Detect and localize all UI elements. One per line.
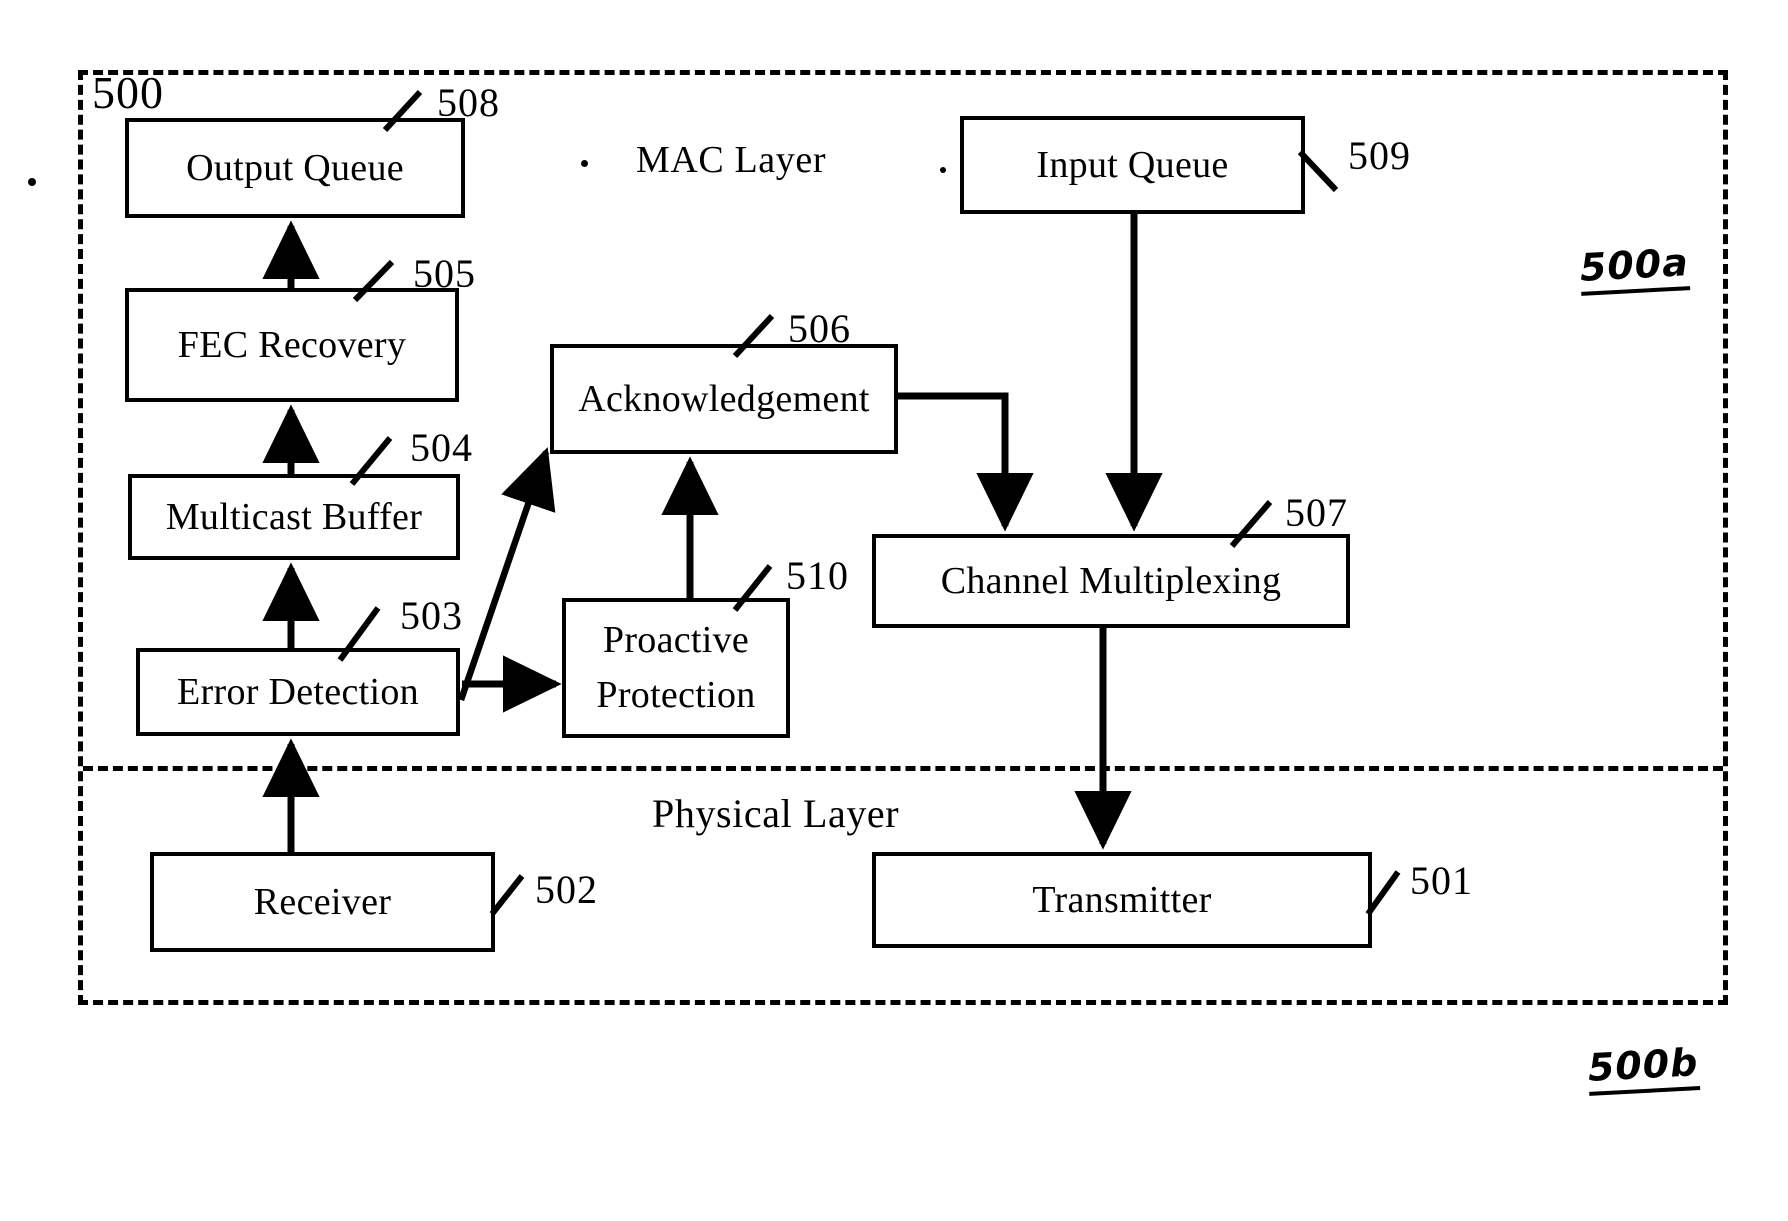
block-acknowledgement[interactable]: Acknowledgement <box>550 344 898 454</box>
layer-divider-dashed <box>83 766 1723 771</box>
block-transmitter[interactable]: Transmitter <box>872 852 1372 948</box>
mac-layer-title: MAC Layer <box>636 139 827 181</box>
ink-speck <box>940 167 946 173</box>
ref-507: 507 <box>1285 490 1348 535</box>
block-transmitter-label: Transmitter <box>1032 878 1212 921</box>
physical-layer-title: Physical Layer <box>652 791 900 836</box>
ref-510: 510 <box>786 553 849 598</box>
ink-speck <box>28 178 36 186</box>
block-proactive-protection-label-line1: Proactive <box>602 618 750 661</box>
handwritten-annotation-500a: 500a <box>1578 240 1691 296</box>
block-error-detection-label: Error Detection <box>177 670 419 713</box>
ref-504: 504 <box>410 425 473 470</box>
ref-502: 502 <box>535 867 598 912</box>
block-error-detection[interactable]: Error Detection <box>136 648 460 736</box>
ink-speck <box>581 160 588 167</box>
block-input-queue-label: Input Queue <box>1036 143 1229 186</box>
block-output-queue-label: Output Queue <box>186 146 404 189</box>
block-channel-multiplexing-label: Channel Multiplexing <box>940 559 1282 602</box>
block-input-queue[interactable]: Input Queue <box>960 116 1305 214</box>
handwritten-annotation-500b: 500b <box>1586 1040 1700 1096</box>
block-multicast-buffer-label: Multicast Buffer <box>165 495 423 538</box>
block-acknowledgement-label: Acknowledgement <box>578 377 870 420</box>
figure-canvas: 500 MAC Layer Physical Layer 500a 500b O… <box>0 0 1788 1221</box>
block-proactive-protection[interactable]: Proactive Protection <box>562 598 790 738</box>
block-channel-multiplexing[interactable]: Channel Multiplexing <box>872 534 1350 628</box>
block-multicast-buffer[interactable]: Multicast Buffer <box>128 474 460 560</box>
ref-501: 501 <box>1410 858 1473 903</box>
ref-503: 503 <box>400 593 463 638</box>
block-receiver[interactable]: Receiver <box>150 852 495 952</box>
ref-506: 506 <box>788 306 851 351</box>
ref-509: 509 <box>1348 133 1411 178</box>
block-receiver-label: Receiver <box>253 880 392 923</box>
ref-505: 505 <box>413 251 476 296</box>
ref-508: 508 <box>437 80 500 125</box>
block-proactive-protection-label-line2: Protection <box>596 674 756 716</box>
ref-500: 500 <box>92 67 164 118</box>
block-output-queue[interactable]: Output Queue <box>125 118 465 218</box>
block-fec-recovery[interactable]: FEC Recovery <box>125 288 459 402</box>
block-fec-recovery-label: FEC Recovery <box>177 323 407 366</box>
